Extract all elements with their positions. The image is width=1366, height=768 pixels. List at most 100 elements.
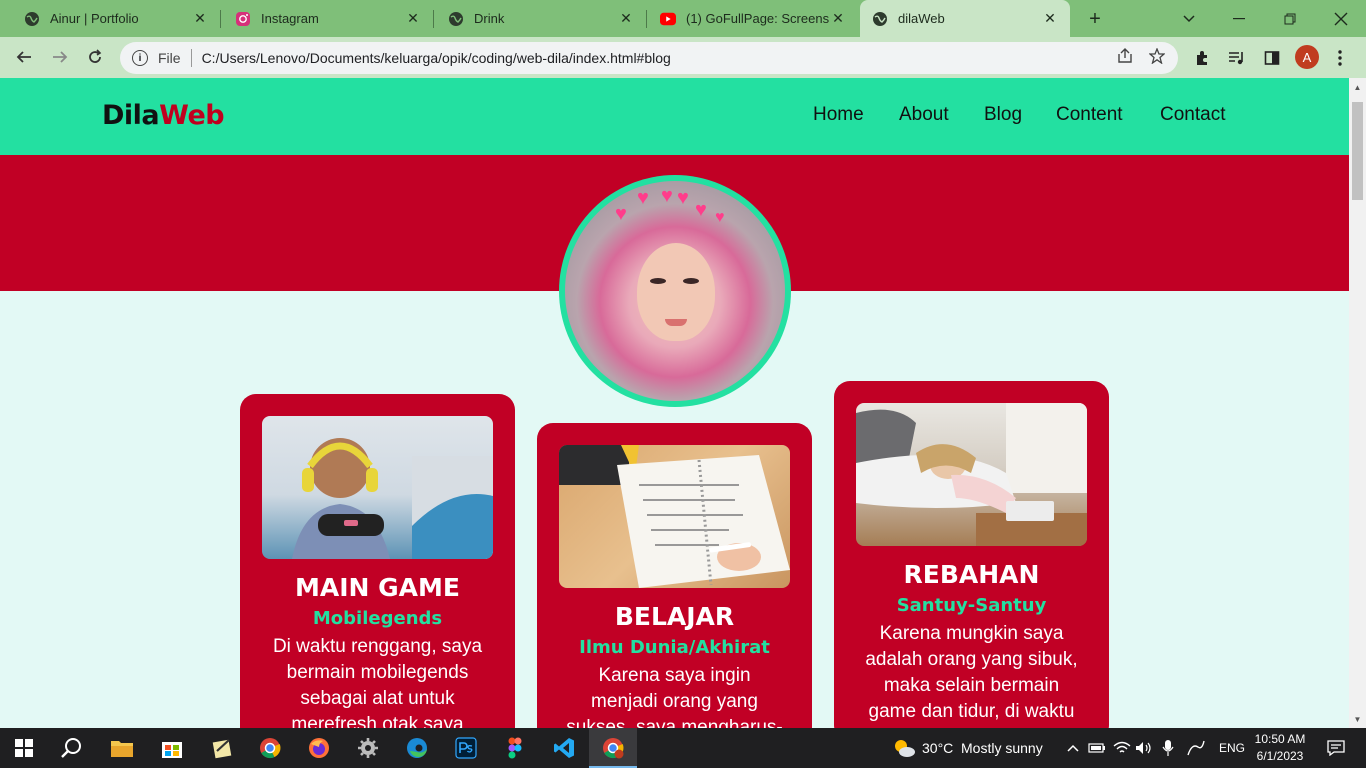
weather-condition[interactable]: Mostly sunny bbox=[961, 740, 1043, 756]
card-subtitle: Santuy-Santuy bbox=[896, 595, 1047, 616]
card-image-studying bbox=[559, 445, 790, 588]
card-description: Di waktu renggang, saya bermain mobilege… bbox=[260, 634, 495, 728]
reload-button[interactable] bbox=[81, 43, 109, 71]
card-image-gaming bbox=[262, 416, 493, 559]
card-description: Karena saya ingin menjadi orang yang suk… bbox=[557, 663, 792, 728]
notepad-icon[interactable] bbox=[206, 734, 238, 762]
address-divider bbox=[190, 49, 192, 67]
clock-date[interactable]: 6/1/2023 bbox=[1250, 749, 1310, 763]
card-description-line: adalah orang yang sibuk, bbox=[865, 649, 1078, 670]
windows-taskbar: 30°C Mostly sunny ENG 10:50 AM 6/1/2023 bbox=[0, 728, 1366, 768]
forward-button[interactable] bbox=[46, 43, 74, 71]
card-description-line: Karena mungkin saya bbox=[879, 623, 1064, 644]
tab-title: Drink bbox=[474, 11, 505, 26]
card-description-line: Di waktu renggang, saya bbox=[272, 636, 483, 657]
clock-time[interactable]: 10:50 AM bbox=[1250, 732, 1310, 746]
card-description: Karena mungkin saya adalah orang yang si… bbox=[854, 621, 1089, 725]
scrollbar-thumb[interactable] bbox=[1352, 102, 1363, 200]
notification-center-icon[interactable] bbox=[1320, 734, 1352, 762]
card-description-line: Karena saya ingin bbox=[598, 665, 751, 686]
edge-icon[interactable] bbox=[401, 734, 433, 762]
tab-gofullpage[interactable]: (1) GoFullPage: Screensh ✕ bbox=[636, 0, 858, 37]
nav-link-home[interactable]: Home bbox=[813, 104, 864, 126]
card-image-resting bbox=[856, 403, 1087, 546]
tab-search-chevron-icon[interactable] bbox=[1166, 0, 1212, 37]
url-text[interactable]: C:/Users/Lenovo/Documents/keluarga/opik/… bbox=[202, 50, 1114, 66]
logo-part-web: Web bbox=[159, 100, 225, 131]
vscode-icon[interactable] bbox=[548, 734, 580, 762]
close-icon[interactable]: ✕ bbox=[192, 10, 208, 27]
heart-icon: ♥ bbox=[637, 187, 649, 209]
tab-dilaweb[interactable]: dilaWeb ✕ bbox=[860, 0, 1070, 37]
search-icon[interactable] bbox=[56, 734, 88, 762]
close-icon[interactable]: ✕ bbox=[830, 10, 846, 27]
profile-avatar[interactable]: A bbox=[1295, 45, 1319, 69]
minimize-button[interactable] bbox=[1216, 0, 1262, 37]
portrait-eye bbox=[650, 278, 666, 284]
card-description-line: menjadi orang yang bbox=[591, 691, 758, 712]
scroll-up-arrow-icon[interactable]: ▲ bbox=[1349, 80, 1366, 94]
page-viewport: DilaWeb Home About Blog Content Contact … bbox=[0, 78, 1349, 728]
page-scrollbar[interactable]: ▲ ▼ bbox=[1349, 78, 1366, 728]
restore-button[interactable] bbox=[1267, 0, 1313, 37]
side-panel-icon[interactable] bbox=[1260, 46, 1284, 70]
blog-card-belajar: BELAJAR Ilmu Dunia/Akhirat Karena saya i… bbox=[537, 423, 812, 728]
card-description-line: sukses, saya mengharus- bbox=[566, 717, 783, 728]
portrait-face bbox=[637, 243, 715, 341]
back-button[interactable] bbox=[10, 43, 38, 71]
portrait-eye bbox=[683, 278, 699, 284]
close-icon[interactable]: ✕ bbox=[1042, 10, 1058, 27]
heart-icon: ♥ bbox=[615, 203, 627, 225]
pen-ink-icon[interactable] bbox=[1180, 734, 1212, 762]
chrome-icon[interactable] bbox=[254, 734, 286, 762]
heart-icon: ♥ bbox=[715, 209, 725, 226]
reading-list-icon[interactable] bbox=[1225, 46, 1249, 70]
microsoft-store-icon[interactable] bbox=[156, 734, 188, 762]
extensions-icon[interactable] bbox=[1190, 46, 1214, 70]
globe-icon bbox=[24, 11, 40, 27]
weather-partly-sunny-icon[interactable] bbox=[888, 734, 920, 762]
figma-icon[interactable] bbox=[499, 734, 531, 762]
profile-photo: ♥ ♥ ♥ ♥ ♥ ♥ bbox=[559, 175, 791, 407]
card-description-line: merefresh otak saya bbox=[291, 714, 464, 728]
site-info-icon[interactable]: i bbox=[132, 50, 148, 66]
nav-link-about[interactable]: About bbox=[899, 104, 949, 126]
close-icon[interactable]: ✕ bbox=[405, 10, 421, 27]
firefox-icon[interactable] bbox=[303, 734, 335, 762]
weather-temperature[interactable]: 30°C bbox=[922, 740, 953, 756]
language-indicator[interactable]: ENG bbox=[1219, 741, 1245, 755]
nav-link-blog[interactable]: Blog bbox=[984, 104, 1022, 126]
tab-ainur-portfolio[interactable]: Ainur | Portfolio ✕ bbox=[0, 0, 220, 37]
portrait-mouth bbox=[665, 319, 687, 326]
kebab-menu-icon[interactable] bbox=[1328, 46, 1352, 70]
heart-icon: ♥ bbox=[661, 185, 673, 207]
nav-link-content[interactable]: Content bbox=[1056, 104, 1123, 126]
chrome-profile-icon[interactable] bbox=[597, 734, 629, 762]
tab-title: (1) GoFullPage: Screensh bbox=[686, 11, 830, 26]
nav-link-contact[interactable]: Contact bbox=[1160, 104, 1225, 126]
new-tab-button[interactable]: + bbox=[1082, 6, 1108, 32]
windows-start-icon[interactable] bbox=[8, 734, 40, 762]
close-icon[interactable]: ✕ bbox=[618, 10, 634, 27]
bookmark-star-icon[interactable] bbox=[1146, 47, 1168, 68]
instagram-icon bbox=[235, 11, 251, 27]
card-title: MAIN GAME bbox=[295, 573, 460, 602]
globe-icon bbox=[448, 11, 464, 27]
site-navbar: DilaWeb Home About Blog Content Contact bbox=[0, 78, 1349, 155]
blog-card-rebahan: REBAHAN Santuy-Santuy Karena mungkin say… bbox=[834, 381, 1109, 728]
card-description-line: sebagai alat untuk bbox=[300, 688, 455, 709]
address-bar[interactable]: i File C:/Users/Lenovo/Documents/keluarg… bbox=[120, 42, 1178, 74]
profile-portrait-image: ♥ ♥ ♥ ♥ ♥ ♥ bbox=[565, 181, 785, 401]
share-icon[interactable] bbox=[1114, 48, 1136, 68]
site-logo[interactable]: DilaWeb bbox=[102, 100, 225, 131]
globe-icon bbox=[872, 11, 888, 27]
settings-gear-icon[interactable] bbox=[352, 734, 384, 762]
tab-drink[interactable]: Drink ✕ bbox=[424, 0, 646, 37]
tab-instagram[interactable]: Instagram ✕ bbox=[211, 0, 433, 37]
card-description-line: bermain mobilegends bbox=[286, 662, 469, 683]
file-explorer-icon[interactable] bbox=[106, 734, 138, 762]
scroll-down-arrow-icon[interactable]: ▼ bbox=[1349, 712, 1366, 726]
youtube-icon bbox=[660, 11, 676, 27]
photoshop-icon[interactable] bbox=[450, 734, 482, 762]
close-window-button[interactable] bbox=[1318, 0, 1364, 37]
